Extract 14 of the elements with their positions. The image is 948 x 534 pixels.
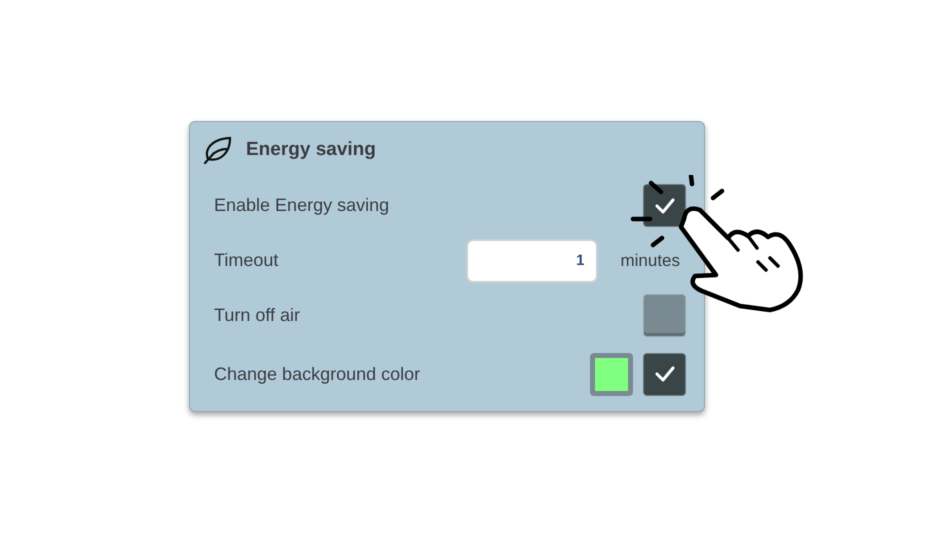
- color-swatch[interactable]: [590, 352, 633, 396]
- leaf-icon: [202, 135, 234, 165]
- checkbox[interactable]: [643, 184, 686, 227]
- checkbox[interactable]: [643, 352, 686, 396]
- setting-label: Change background color: [214, 362, 422, 386]
- panel-title: Energy saving: [246, 138, 376, 162]
- setting-label: Timeout: [214, 249, 280, 272]
- setting-label: Enable Energy saving: [214, 194, 390, 217]
- check-icon: [654, 196, 676, 214]
- unit-label: minutes: [620, 250, 680, 272]
- checkbox[interactable]: [643, 294, 686, 337]
- setting-label: Turn off air: [214, 304, 302, 327]
- check-icon: [654, 365, 676, 383]
- timeout-field[interactable]: 1: [466, 238, 598, 282]
